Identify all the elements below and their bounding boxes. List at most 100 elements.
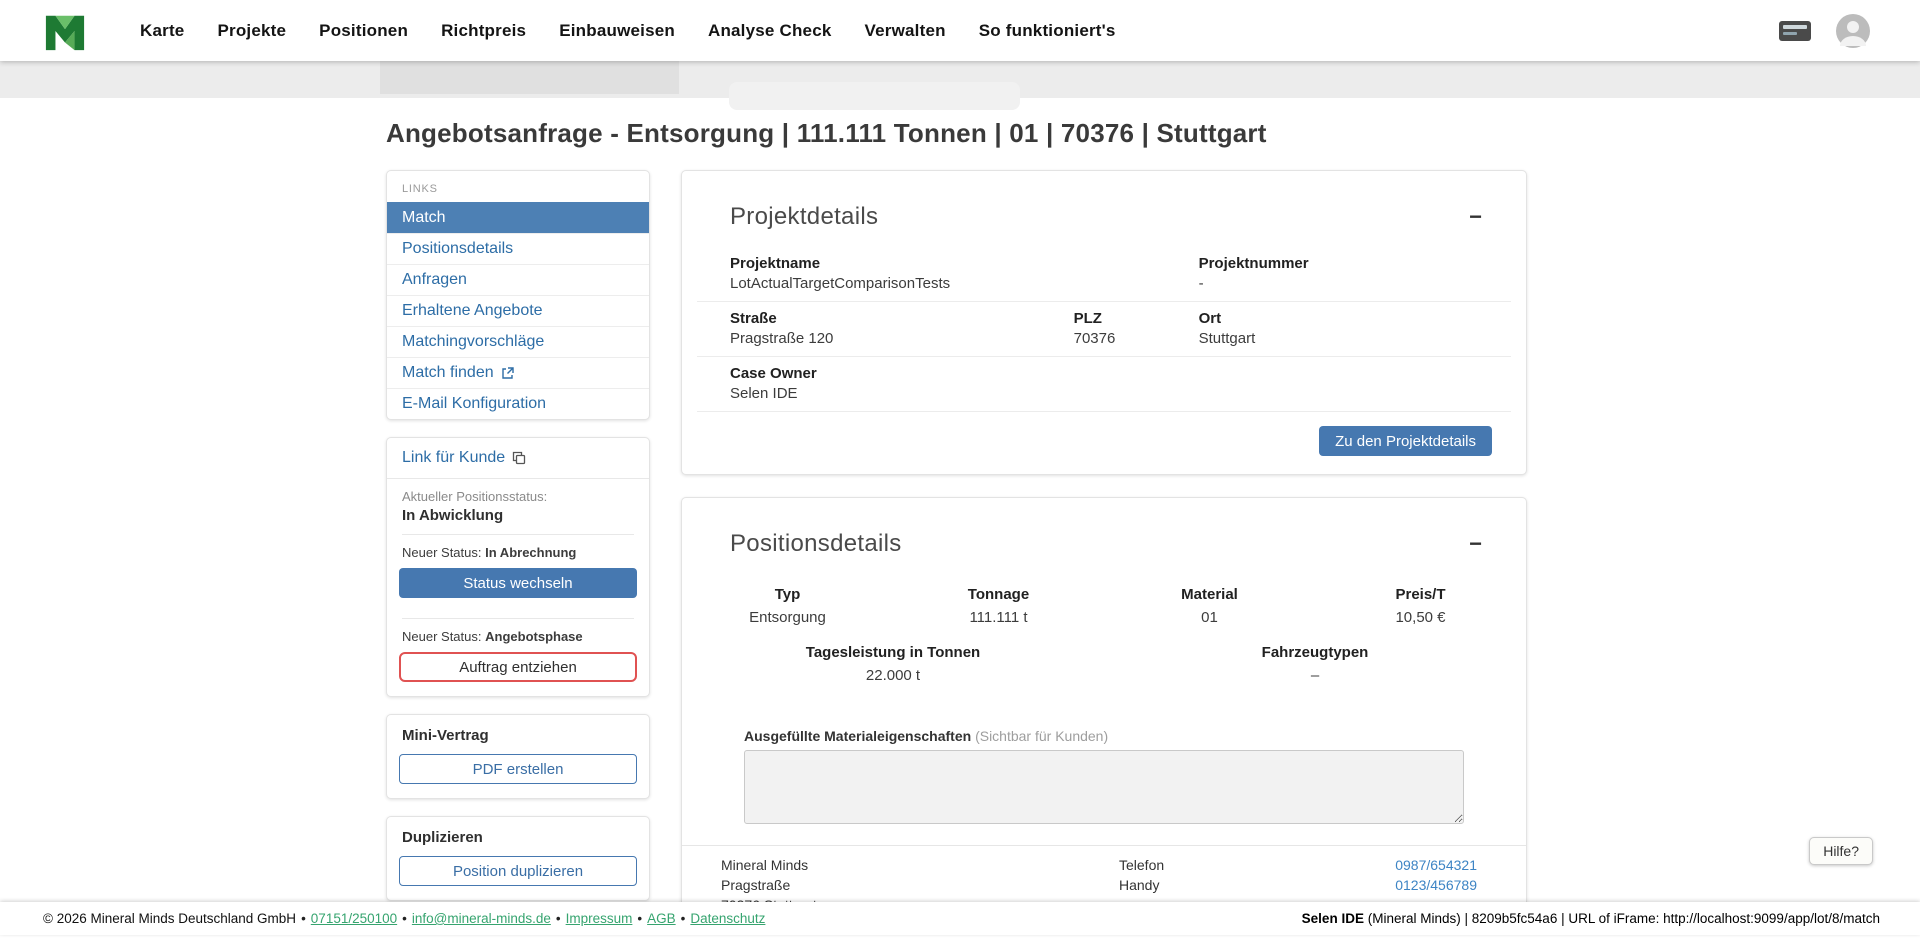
contact-handy-link[interactable]: 0123/456789 bbox=[1319, 875, 1477, 895]
main-nav: Karte Projekte Positionen Richtpreis Ein… bbox=[140, 21, 1778, 41]
footer-separator: • bbox=[402, 911, 407, 926]
project-details-title: Projektdetails bbox=[730, 203, 878, 231]
field-label: Projektnummer bbox=[1199, 255, 1511, 272]
left-sidebar: LINKS Match Positionsdetails Anfragen Er… bbox=[386, 170, 650, 943]
customer-link-label: Link für Kunde bbox=[402, 449, 505, 467]
footer-agb-link[interactable]: AGB bbox=[647, 911, 676, 926]
footer-email-link[interactable]: info@mineral-minds.de bbox=[412, 911, 551, 926]
project-details-row: Case Owner Selen IDE bbox=[697, 356, 1511, 411]
project-details-card: Projektdetails − Projektname LotActualTa… bbox=[681, 170, 1527, 475]
copy-icon bbox=[512, 451, 526, 465]
footer-impressum-link[interactable]: Impressum bbox=[566, 911, 633, 926]
collapse-position-details-button[interactable]: − bbox=[1469, 533, 1482, 555]
stat-label: Preis/T bbox=[1315, 586, 1526, 603]
scrolled-content-strip bbox=[0, 61, 1920, 98]
sidebar-item-anfragen[interactable]: Anfragen bbox=[387, 264, 649, 295]
footer-left: © 2026 Mineral Minds Deutschland GmbH • … bbox=[43, 911, 765, 926]
mineral-minds-logo[interactable] bbox=[42, 10, 88, 52]
next-status-value: Angebotsphase bbox=[485, 629, 583, 644]
status-card: Link für Kunde Aktueller Positionsstatus… bbox=[386, 437, 650, 697]
field-value: LotActualTargetComparisonTests bbox=[730, 275, 1199, 292]
stat-value: 10,50 € bbox=[1315, 609, 1526, 626]
footer-datenschutz-link[interactable]: Datenschutz bbox=[690, 911, 765, 926]
customer-link[interactable]: Link für Kunde bbox=[387, 438, 649, 479]
current-status-label: Aktueller Positionsstatus: bbox=[402, 489, 634, 504]
go-to-project-details-button[interactable]: Zu den Projektdetails bbox=[1319, 426, 1492, 456]
main-content: Projektdetails − Projektname LotActualTa… bbox=[681, 170, 1527, 930]
field-label: Ort bbox=[1199, 310, 1511, 327]
change-status-button[interactable]: Status wechseln bbox=[399, 568, 637, 598]
material-properties-hint: (Sichtbar für Kunden) bbox=[975, 728, 1108, 744]
nav-item-einbauweisen[interactable]: Einbauweisen bbox=[559, 21, 675, 41]
nav-item-karte[interactable]: Karte bbox=[140, 21, 184, 41]
current-status-value: In Abwicklung bbox=[402, 507, 634, 524]
sidebar-item-label: Matchingvorschläge bbox=[402, 333, 544, 351]
contact-handy-label: Handy bbox=[1119, 875, 1319, 895]
help-button[interactable]: Hilfe? bbox=[1809, 837, 1873, 865]
stat-label: Material bbox=[1104, 586, 1315, 603]
nav-item-verwalten[interactable]: Verwalten bbox=[865, 21, 946, 41]
contact-telefon-label: Telefon bbox=[1119, 855, 1319, 875]
contact-street: Pragstraße bbox=[721, 875, 1119, 895]
stat-label: Tagesleistung in Tonnen bbox=[682, 644, 1104, 661]
sidebar-item-email-konfiguration[interactable]: E-Mail Konfiguration bbox=[387, 388, 649, 419]
nav-item-positionen[interactable]: Positionen bbox=[319, 21, 408, 41]
project-details-row: Projektname LotActualTargetComparisonTes… bbox=[697, 247, 1511, 301]
links-heading: LINKS bbox=[387, 171, 649, 202]
material-properties-textarea[interactable] bbox=[744, 750, 1464, 824]
position-details-card: Positionsdetails − Typ Entsorgung Tonnag… bbox=[681, 497, 1527, 930]
footer-phone-link[interactable]: 07151/250100 bbox=[311, 911, 397, 926]
sidebar-item-label: Erhaltene Angebote bbox=[402, 302, 543, 320]
footer-separator: • bbox=[681, 911, 686, 926]
stat-label: Fahrzeugtypen bbox=[1104, 644, 1526, 661]
contact-telefon-link[interactable]: 0987/654321 bbox=[1319, 855, 1477, 875]
sidebar-item-positionsdetails[interactable]: Positionsdetails bbox=[387, 233, 649, 264]
stat-value: Entsorgung bbox=[682, 609, 893, 626]
footer-session-details: (Mineral Minds) | 8209b5fc54a6 | URL of … bbox=[1368, 911, 1880, 926]
position-details-title: Positionsdetails bbox=[730, 530, 902, 558]
withdraw-order-button[interactable]: Auftrag entziehen bbox=[399, 652, 637, 682]
position-stats-row: Typ Entsorgung Tonnage 111.111 t Materia… bbox=[682, 574, 1526, 634]
footer-separator: • bbox=[637, 911, 642, 926]
page-content: Angebotsanfrage - Entsorgung | 111.111 T… bbox=[0, 98, 1920, 943]
nav-item-so-funktionierts[interactable]: So funktioniert's bbox=[979, 21, 1116, 41]
loading-placeholder bbox=[729, 82, 1020, 110]
field-label: Straße bbox=[730, 310, 1074, 327]
field-label: Projektname bbox=[730, 255, 1199, 272]
field-value: Stuttgart bbox=[1199, 330, 1511, 347]
stat-value: 111.111 t bbox=[893, 609, 1104, 626]
sidebar-item-match[interactable]: Match bbox=[387, 202, 649, 233]
collapse-project-details-button[interactable]: − bbox=[1469, 206, 1482, 228]
nav-item-projekte[interactable]: Projekte bbox=[217, 21, 286, 41]
duplicate-card: Duplizieren Position duplizieren bbox=[386, 816, 650, 901]
contact-company: Mineral Minds bbox=[721, 855, 1119, 875]
sidebar-item-match-finden[interactable]: Match finden bbox=[387, 357, 649, 388]
stat-value: 22.000 t bbox=[682, 667, 1104, 684]
stat-label: Typ bbox=[682, 586, 893, 603]
field-value: - bbox=[1199, 275, 1511, 292]
mini-contract-heading: Mini-Vertrag bbox=[402, 727, 634, 744]
stat-label: Tonnage bbox=[893, 586, 1104, 603]
duplicate-position-button[interactable]: Position duplizieren bbox=[399, 856, 637, 886]
create-pdf-button[interactable]: PDF erstellen bbox=[399, 754, 637, 784]
duplicate-heading: Duplizieren bbox=[402, 829, 634, 846]
nav-item-richtpreis[interactable]: Richtpreis bbox=[441, 21, 526, 41]
footer-separator: • bbox=[556, 911, 561, 926]
sidebar-item-label: E-Mail Konfiguration bbox=[402, 395, 546, 413]
next-status-value: In Abrechnung bbox=[485, 545, 576, 560]
sidebar-item-label: Match bbox=[402, 209, 446, 227]
sidebar-item-matchingvorschlaege[interactable]: Matchingvorschläge bbox=[387, 326, 649, 357]
user-avatar-icon[interactable] bbox=[1836, 14, 1870, 48]
sidebar-item-label: Positionsdetails bbox=[402, 240, 513, 258]
links-menu-card: LINKS Match Positionsdetails Anfragen Er… bbox=[386, 170, 650, 420]
stat-value: – bbox=[1104, 667, 1526, 684]
next-status-line: Neuer Status: In Abrechnung bbox=[387, 535, 649, 568]
position-stats-row: Tagesleistung in Tonnen 22.000 t Fahrzeu… bbox=[682, 634, 1526, 694]
card-reader-icon[interactable] bbox=[1778, 20, 1812, 42]
next-status-line: Neuer Status: Angebotsphase bbox=[387, 619, 649, 652]
nav-item-analyse-check[interactable]: Analyse Check bbox=[708, 21, 832, 41]
project-details-row: Straße Pragstraße 120 PLZ 70376 Ort Stut… bbox=[697, 301, 1511, 356]
page-title: Angebotsanfrage - Entsorgung | 111.111 T… bbox=[386, 118, 1920, 149]
footer-separator: • bbox=[301, 911, 306, 926]
sidebar-item-erhaltene-angebote[interactable]: Erhaltene Angebote bbox=[387, 295, 649, 326]
